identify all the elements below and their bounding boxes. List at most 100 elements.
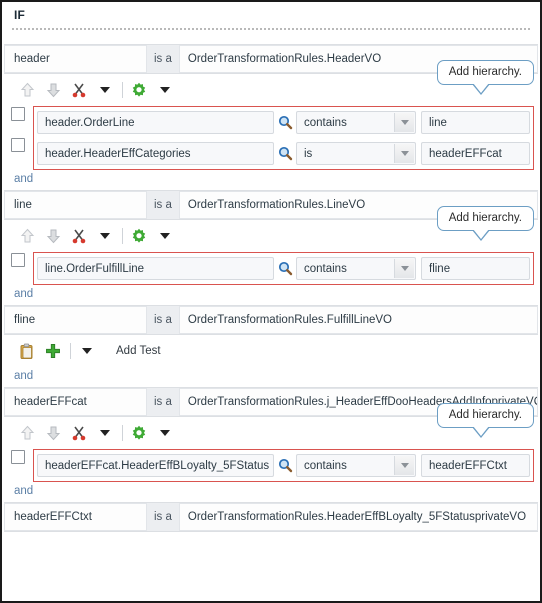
checkbox-icon[interactable] xyxy=(11,107,25,121)
add-dropdown-button[interactable] xyxy=(76,340,98,362)
declaration-isa-label: is a xyxy=(147,388,179,416)
condition-left-field[interactable]: header.HeaderEffCategories xyxy=(37,142,274,165)
search-icon[interactable] xyxy=(274,115,296,130)
condition-checkbox-cell[interactable] xyxy=(8,253,28,267)
page-title: IF xyxy=(14,8,26,22)
tooltip-add-hierarchy: Add hierarchy. xyxy=(436,60,534,95)
condition-row-wrapper: headerEFFcat.HeaderEffBLoyalty_5FStatus … xyxy=(11,450,533,481)
declaration-isa-label: is a xyxy=(147,306,179,334)
declaration-row-headereffctxt: headerEFFCtxt is a OrderTransformationRu… xyxy=(4,502,538,532)
condition-left-field[interactable]: headerEFFcat.HeaderEffBLoyalty_5FStatus xyxy=(37,454,274,477)
condition-block-header: header.OrderLine contains line header.He… xyxy=(11,106,534,170)
paste-button[interactable] xyxy=(16,340,38,362)
caret-down-icon xyxy=(160,430,170,436)
search-icon[interactable] xyxy=(274,146,296,161)
settings-dropdown-button[interactable] xyxy=(154,225,176,247)
section-toolbar-line: Add hierarchy. xyxy=(2,206,540,252)
move-down-button[interactable] xyxy=(42,79,64,101)
condition-right-field[interactable]: line xyxy=(421,111,530,134)
chevron-down-icon[interactable] xyxy=(394,144,414,163)
condition-operator-value: is xyxy=(304,147,313,160)
chevron-down-icon[interactable] xyxy=(394,259,414,278)
connector-and: and xyxy=(2,482,540,502)
cut-button[interactable] xyxy=(68,422,90,444)
chevron-down-icon[interactable] xyxy=(394,456,414,475)
declaration-row-fline: fline is a OrderTransformationRules.Fulf… xyxy=(4,305,538,335)
section-toolbar-header: Add hierarchy. xyxy=(2,60,540,106)
connector-and: and xyxy=(2,285,540,305)
condition-row: headerEFFcat.HeaderEffBLoyalty_5FStatus … xyxy=(34,450,533,481)
condition-left-field[interactable]: header.OrderLine xyxy=(37,111,274,134)
condition-block-line: line.OrderFulfillLine contains fline xyxy=(11,252,534,285)
caret-down-icon xyxy=(160,87,170,93)
condition-right-field[interactable]: headerEFFcat xyxy=(421,142,530,165)
cut-button[interactable] xyxy=(68,79,90,101)
checkbox-icon[interactable] xyxy=(11,138,25,152)
move-up-button[interactable] xyxy=(16,422,38,444)
declaration-type[interactable]: OrderTransformationRules.HeaderEffBLoyal… xyxy=(178,503,538,531)
condition-block-headereffcat: headerEFFcat.HeaderEffBLoyalty_5FStatus … xyxy=(11,449,534,482)
cut-dropdown-button[interactable] xyxy=(94,422,116,444)
search-icon[interactable] xyxy=(274,458,296,473)
toolbar-separator xyxy=(122,228,123,244)
condition-operator-select[interactable]: contains xyxy=(296,111,416,134)
section-toolbar-headereffcat: Add hierarchy. xyxy=(2,403,540,449)
condition-operator-value: contains xyxy=(304,116,347,129)
move-up-button[interactable] xyxy=(16,225,38,247)
declaration-variable[interactable]: header xyxy=(4,45,147,73)
add-button[interactable] xyxy=(42,340,64,362)
condition-operator-select[interactable]: is xyxy=(296,142,416,165)
declaration-variable[interactable]: line xyxy=(4,191,147,219)
checkbox-icon[interactable] xyxy=(11,450,25,464)
condition-operator-value: contains xyxy=(304,262,347,275)
search-icon[interactable] xyxy=(274,261,296,276)
add-test-label[interactable]: Add Test xyxy=(116,345,161,357)
checkbox-icon[interactable] xyxy=(11,253,25,267)
settings-dropdown-button[interactable] xyxy=(154,422,176,444)
condition-row: header.OrderLine contains line xyxy=(34,107,533,138)
declaration-isa-label: is a xyxy=(147,45,179,73)
declaration-variable[interactable]: headerEFFCtxt xyxy=(4,503,147,531)
declaration-variable[interactable]: fline xyxy=(4,306,147,334)
section-toolbar-fline: Add Test xyxy=(2,335,540,367)
move-down-button[interactable] xyxy=(42,225,64,247)
condition-checkbox-cell[interactable] xyxy=(8,138,28,152)
condition-row: header.HeaderEffCategories is headerEFFc… xyxy=(34,138,533,169)
declaration-type[interactable]: OrderTransformationRules.FulfillLineVO xyxy=(178,306,538,334)
top-spacer xyxy=(2,30,540,44)
cut-dropdown-button[interactable] xyxy=(94,225,116,247)
settings-button[interactable] xyxy=(128,225,150,247)
condition-right-field[interactable]: headerEFFCtxt xyxy=(421,454,530,477)
move-up-button[interactable] xyxy=(16,79,38,101)
declaration-variable[interactable]: headerEFFcat xyxy=(4,388,147,416)
condition-operator-select[interactable]: contains xyxy=(296,257,416,280)
cut-button[interactable] xyxy=(68,225,90,247)
declaration-isa-label: is a xyxy=(147,503,179,531)
condition-right-field[interactable]: fline xyxy=(421,257,530,280)
toolbar-separator xyxy=(122,82,123,98)
condition-row-wrapper: line.OrderFulfillLine contains fline xyxy=(11,253,533,284)
caret-down-icon xyxy=(100,87,110,93)
move-down-button[interactable] xyxy=(42,422,64,444)
caret-down-icon xyxy=(82,348,92,354)
condition-checkbox-cell[interactable] xyxy=(8,450,28,464)
cut-dropdown-button[interactable] xyxy=(94,79,116,101)
condition-checkbox-cell[interactable] xyxy=(8,107,28,121)
settings-dropdown-button[interactable] xyxy=(154,79,176,101)
declaration-isa-label: is a xyxy=(147,191,179,219)
condition-row-wrapper: header.HeaderEffCategories is headerEFFc… xyxy=(11,138,533,169)
settings-button[interactable] xyxy=(128,79,150,101)
chevron-down-icon[interactable] xyxy=(394,113,414,132)
condition-operator-value: contains xyxy=(304,459,347,472)
connector-and: and xyxy=(2,170,540,190)
connector-and: and xyxy=(2,367,540,387)
tooltip-add-hierarchy: Add hierarchy. xyxy=(436,403,534,438)
tooltip-add-hierarchy: Add hierarchy. xyxy=(436,206,534,241)
condition-operator-select[interactable]: contains xyxy=(296,454,416,477)
condition-left-field[interactable]: line.OrderFulfillLine xyxy=(37,257,274,280)
toolbar-separator xyxy=(122,425,123,441)
caret-down-icon xyxy=(100,233,110,239)
condition-row: line.OrderFulfillLine contains fline xyxy=(34,253,533,284)
condition-row-wrapper: header.OrderLine contains line xyxy=(11,107,533,138)
settings-button[interactable] xyxy=(128,422,150,444)
